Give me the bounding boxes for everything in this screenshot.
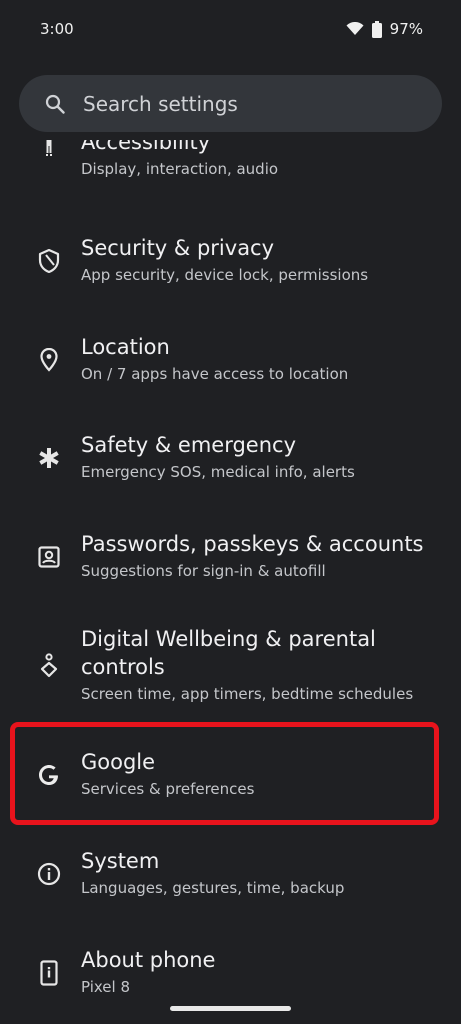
item-title: System xyxy=(81,849,160,873)
setting-passwords-accounts[interactable]: Passwords, passkeys & accounts Suggestio… xyxy=(0,530,461,586)
info-icon xyxy=(36,861,62,887)
phone-info-icon xyxy=(36,960,62,986)
setting-google[interactable]: Google Services & preferences xyxy=(0,748,461,804)
item-title: Accessibility xyxy=(81,140,211,154)
item-subtitle: On / 7 apps have access to location xyxy=(81,365,349,383)
item-title: Location xyxy=(81,335,170,359)
setting-digital-wellbeing[interactable]: Digital Wellbeing & parental controls Sc… xyxy=(0,625,461,709)
item-title: Passwords, passkeys & accounts xyxy=(81,532,424,556)
item-subtitle: App security, device lock, permissions xyxy=(81,266,369,284)
setting-accessibility[interactable]: Accessibility Display, interaction, audi… xyxy=(0,140,461,188)
wifi-icon xyxy=(346,22,364,35)
status-icons: 97% xyxy=(346,20,423,38)
search-bar[interactable]: Search settings xyxy=(19,75,442,132)
accessibility-icon xyxy=(36,140,62,156)
status-time: 3:00 xyxy=(40,20,74,38)
item-title: Digital Wellbeing & parental controls xyxy=(81,627,376,679)
battery-percent: 97% xyxy=(389,20,423,38)
item-subtitle: Suggestions for sign-in & autofill xyxy=(81,562,326,580)
setting-security-privacy[interactable]: Security & privacy App security, device … xyxy=(0,234,461,290)
asterisk-icon xyxy=(36,445,62,471)
item-subtitle: Languages, gestures, time, backup xyxy=(81,879,345,897)
item-subtitle: Screen time, app timers, bedtime schedul… xyxy=(81,685,414,703)
wellbeing-icon xyxy=(36,653,62,679)
shield-icon xyxy=(36,248,62,274)
setting-location[interactable]: Location On / 7 apps have access to loca… xyxy=(0,333,461,389)
search-input[interactable]: Search settings xyxy=(83,92,238,116)
status-bar: 3:00 97% xyxy=(0,0,461,58)
item-subtitle: Services & preferences xyxy=(81,780,255,798)
setting-system[interactable]: System Languages, gestures, time, backup xyxy=(0,847,461,903)
location-pin-icon xyxy=(36,347,62,373)
battery-icon xyxy=(371,20,382,38)
account-box-icon xyxy=(36,544,62,570)
item-title: Google xyxy=(81,750,156,774)
setting-about-phone[interactable]: About phone Pixel 8 xyxy=(0,946,461,1002)
home-indicator[interactable] xyxy=(170,1006,291,1011)
item-title: Security & privacy xyxy=(81,236,275,260)
search-icon xyxy=(45,94,65,114)
item-subtitle: Pixel 8 xyxy=(81,978,131,996)
item-subtitle: Display, interaction, audio xyxy=(81,160,279,178)
item-subtitle: Emergency SOS, medical info, alerts xyxy=(81,463,355,481)
settings-list: Accessibility Display, interaction, audi… xyxy=(0,140,461,1024)
google-g-icon xyxy=(36,762,62,788)
item-title: About phone xyxy=(81,948,216,972)
item-title: Safety & emergency xyxy=(81,433,296,457)
setting-safety-emergency[interactable]: Safety & emergency Emergency SOS, medica… xyxy=(0,431,461,487)
